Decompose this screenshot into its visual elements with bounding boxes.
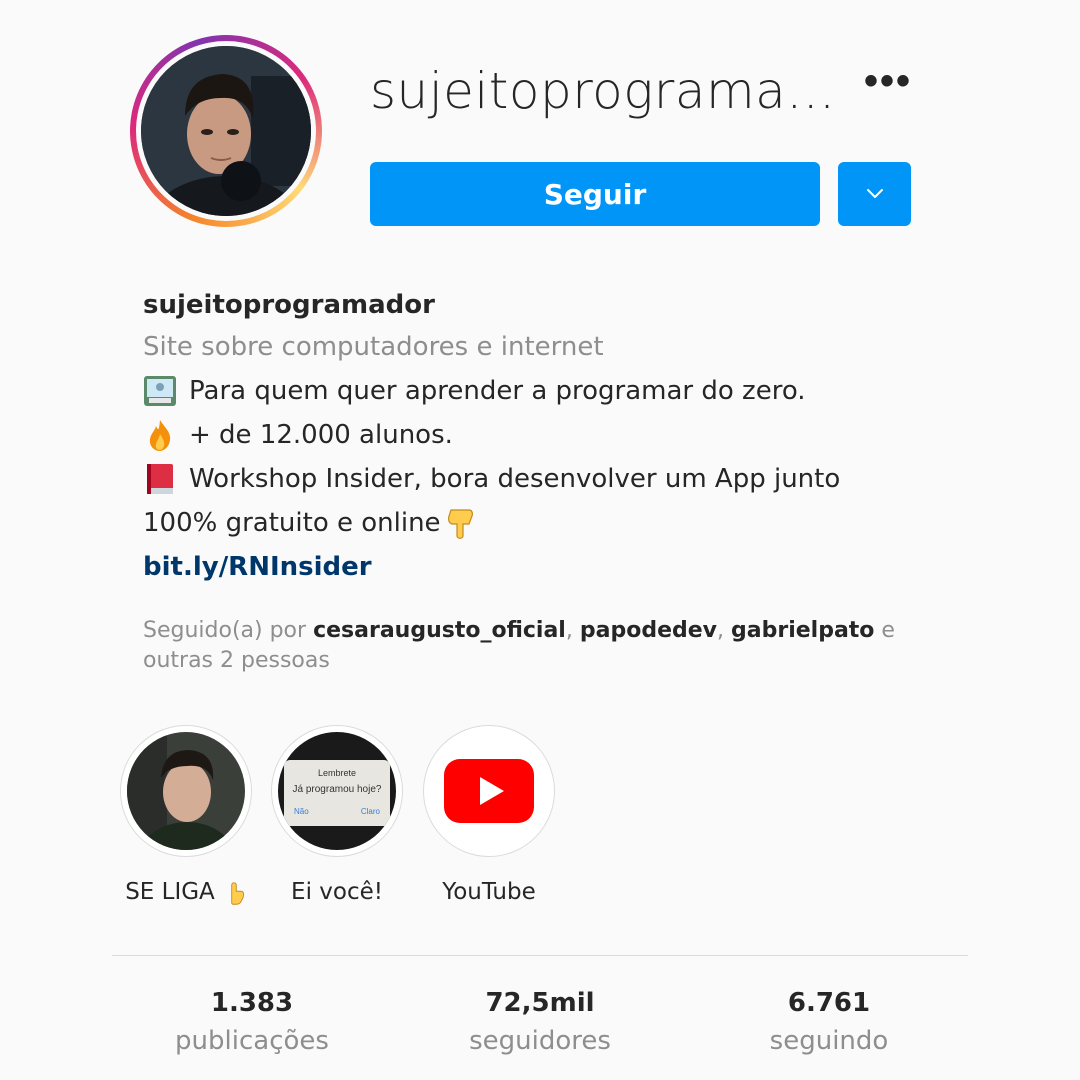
stat-label: seguidores: [469, 1026, 611, 1056]
laptop-emoji-icon: [144, 376, 176, 406]
highlight-alert-card: Lembrete Já programou hoje? Não Claro: [284, 760, 390, 826]
stat-label: seguindo: [769, 1026, 889, 1056]
stat-value: 6.761: [787, 988, 871, 1018]
stat-label: publicações: [175, 1026, 329, 1056]
separator: ,: [565, 618, 580, 643]
highlight-cover[interactable]: [120, 725, 252, 857]
follow-button[interactable]: Seguir: [370, 162, 820, 226]
pointing-down-emoji-icon: [447, 509, 473, 539]
story-highlight[interactable]: Lembrete Já programou hoje? Não Claro Ei…: [271, 725, 403, 905]
highlight-label: SE LIGA: [125, 879, 247, 905]
bio-line: 100% gratuito e online: [143, 501, 943, 545]
chevron-down-icon: [866, 189, 883, 198]
youtube-icon: [444, 759, 534, 823]
stats-divider: [112, 955, 968, 956]
profile-bio: sujeitoprogramador Site sobre computador…: [143, 285, 943, 589]
highlight-label: Ei você!: [291, 879, 383, 905]
bio-full-name: sujeitoprogramador: [143, 290, 435, 320]
followed-by-others[interactable]: outras 2 pessoas: [143, 648, 330, 673]
follower-link[interactable]: papodedev: [580, 618, 717, 643]
highlight-thumbnail: Lembrete Já programou hoje? Não Claro: [278, 732, 396, 850]
highlight-cover[interactable]: Lembrete Já programou hoje? Não Claro: [271, 725, 403, 857]
followed-by-text[interactable]: Seguido(a) por cesaraugusto_oficial, pap…: [143, 616, 923, 676]
stat-value: 72,5mil: [485, 988, 595, 1018]
suggestions-dropdown-button[interactable]: [838, 162, 911, 226]
fire-emoji-icon: [149, 420, 171, 451]
bio-category: Site sobre computadores e internet: [143, 332, 604, 362]
bio-line-text: Para quem quer aprender a programar do z…: [189, 376, 806, 406]
bio-line-text: Workshop Insider, bora desenvolver um Ap…: [189, 464, 841, 494]
highlight-label: YouTube: [442, 879, 536, 905]
highlight-cover[interactable]: [423, 725, 555, 857]
bio-line-text: 100% gratuito e online: [143, 508, 441, 538]
avatar-gap: [136, 41, 316, 221]
follower-link[interactable]: gabrielpato: [731, 618, 874, 643]
stat-value: 1.383: [210, 988, 294, 1018]
profile-avatar-ring[interactable]: [130, 35, 322, 227]
follower-link[interactable]: cesaraugusto_oficial: [313, 618, 566, 643]
bio-line: Para quem quer aprender a programar do z…: [143, 369, 943, 413]
bio-line-text: + de 12.000 alunos.: [189, 420, 453, 450]
followed-by-prefix: Seguido(a) por: [143, 618, 314, 643]
story-highlight[interactable]: YouTube: [423, 725, 555, 905]
bio-line: + de 12.000 alunos.: [143, 413, 943, 457]
more-options-icon[interactable]: •••: [864, 61, 912, 101]
story-highlight[interactable]: SE LIGA: [120, 725, 252, 905]
avatar-photo: [141, 46, 311, 216]
followed-by-suffix: e: [874, 618, 895, 643]
bio-external-link[interactable]: bit.ly/RNInsider: [143, 545, 943, 589]
profile-username-title: sujeitoprograma...: [370, 62, 836, 120]
avatar[interactable]: [141, 46, 311, 216]
bio-line: Workshop Insider, bora desenvolver um Ap…: [143, 457, 943, 501]
highlight-thumbnail: [430, 732, 548, 850]
separator: ,: [717, 618, 731, 643]
stat-posts[interactable]: 1.383 publicações: [152, 985, 352, 1061]
stat-followers[interactable]: 72,5mil seguidores: [440, 985, 640, 1061]
pointing-up-emoji-icon: [231, 882, 244, 905]
book-emoji-icon: [147, 464, 173, 494]
stat-following[interactable]: 6.761 seguindo: [729, 985, 929, 1061]
highlight-thumbnail: [127, 732, 245, 850]
